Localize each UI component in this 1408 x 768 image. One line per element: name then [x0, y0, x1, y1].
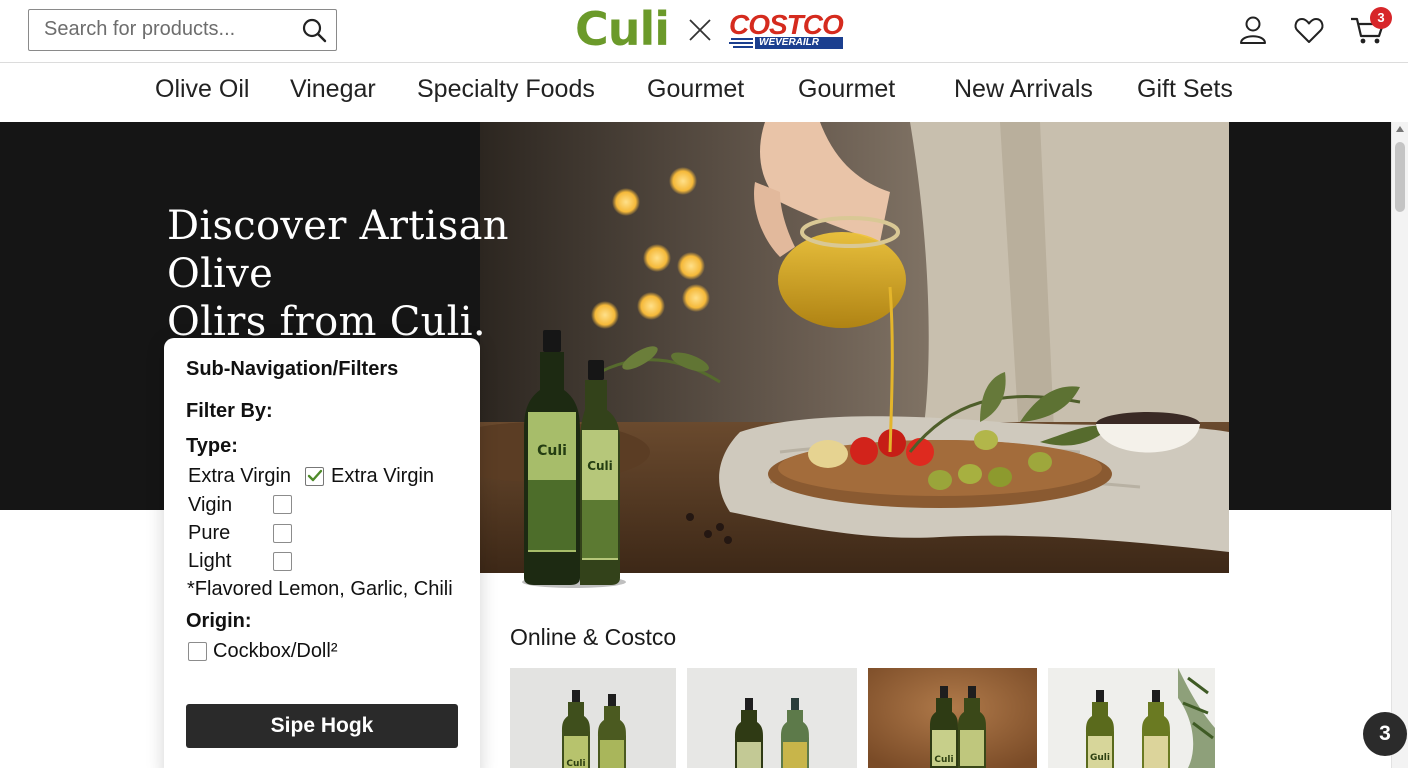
product-card[interactable]: Guli: [1048, 668, 1215, 768]
category-nav: Olive Oil Vinegar Specialty Foods Gourme…: [0, 63, 1408, 122]
bottle-label: Culi: [537, 443, 567, 459]
origin-checkbox[interactable]: [188, 642, 207, 661]
bottle-label-2: Culi: [587, 459, 613, 473]
filter-by-label: Filter By:: [186, 400, 273, 422]
nav-item-gourmet-2[interactable]: Gourmet: [798, 75, 895, 104]
nav-item-new-arrivals[interactable]: New Arrivals: [954, 75, 1093, 104]
hero-title: Discover Artisan Olive Olirs from Culi.: [167, 202, 607, 346]
page-scrollbar[interactable]: [1391, 122, 1408, 768]
product-bottle-label: Culi: [566, 759, 585, 768]
costco-subbanner: WEVERAILR: [755, 37, 843, 49]
type-option-label: Extra Virgin: [188, 465, 292, 487]
pure-checkbox[interactable]: [273, 524, 292, 543]
nav-item-gift-sets[interactable]: Gift Sets: [1137, 75, 1233, 104]
account-icon[interactable]: [1237, 14, 1269, 46]
product-card[interactable]: Culi: [510, 668, 676, 768]
wishlist-heart-icon[interactable]: [1293, 14, 1325, 46]
extra-virgin-checkbox-label[interactable]: Extra Virgin: [331, 465, 434, 488]
products-section-title: Online & Costco: [510, 624, 677, 650]
vigin-checkbox[interactable]: [273, 495, 292, 514]
collab-x-icon: [689, 19, 711, 41]
floating-notification-badge[interactable]: 3: [1363, 712, 1407, 756]
nav-item-olive-oil[interactable]: Olive Oil: [155, 75, 249, 104]
scroll-thumb[interactable]: [1395, 142, 1405, 212]
type-label: Type:: [186, 435, 238, 457]
flavored-note: *Flavored Lemon, Garlic, Chili: [187, 578, 453, 600]
search-box[interactable]: [28, 9, 337, 51]
type-option-vigin[interactable]: Vigin: [188, 494, 232, 517]
filters-apply-button[interactable]: Sipe Hogk: [186, 704, 458, 748]
cart-count-badge: 3: [1370, 7, 1392, 29]
nav-item-vinegar[interactable]: Vinegar: [290, 75, 376, 104]
costco-wordmark: COSTCO: [729, 9, 844, 40]
scroll-up-arrow-icon[interactable]: [1396, 126, 1404, 132]
search-input[interactable]: [29, 10, 289, 49]
product-bottle-label: Culi: [934, 755, 953, 765]
type-option-light[interactable]: Light: [188, 550, 231, 573]
nav-item-specialty-foods[interactable]: Specialty Foods: [417, 75, 595, 104]
product-bottle-label: Guli: [1090, 753, 1110, 763]
hero-bottles: Culi Culi: [522, 330, 626, 588]
extra-virgin-checkbox[interactable]: [305, 467, 324, 486]
culi-logo: Culi: [575, 2, 670, 56]
filters-title: Sub-Navigation/Filters: [186, 358, 399, 380]
costco-logo: COSTCO WEVERAILR: [729, 10, 845, 50]
origin-label: Origin:: [186, 610, 252, 632]
product-card[interactable]: Culi: [868, 668, 1037, 768]
light-checkbox[interactable]: [273, 552, 292, 571]
origin-option-label[interactable]: Cockbox/Doll²: [213, 640, 337, 663]
filters-panel: Sub-Navigation/Filters Filter By: Type: …: [164, 338, 480, 768]
costco-speed-lines: [729, 38, 753, 48]
type-option-pure[interactable]: Pure: [188, 522, 230, 545]
search-icon[interactable]: [301, 17, 327, 43]
nav-item-gourmet[interactable]: Gourmet: [647, 75, 744, 104]
product-card[interactable]: [687, 668, 857, 768]
checkmark-icon: [307, 469, 323, 482]
type-option-extra-virgin[interactable]: Extra Virgin: [188, 465, 291, 488]
site-header: Culi COSTCO WEVERAILR 3: [0, 0, 1408, 63]
hero-title-line-1: Discover Artisan Olive: [167, 203, 509, 297]
